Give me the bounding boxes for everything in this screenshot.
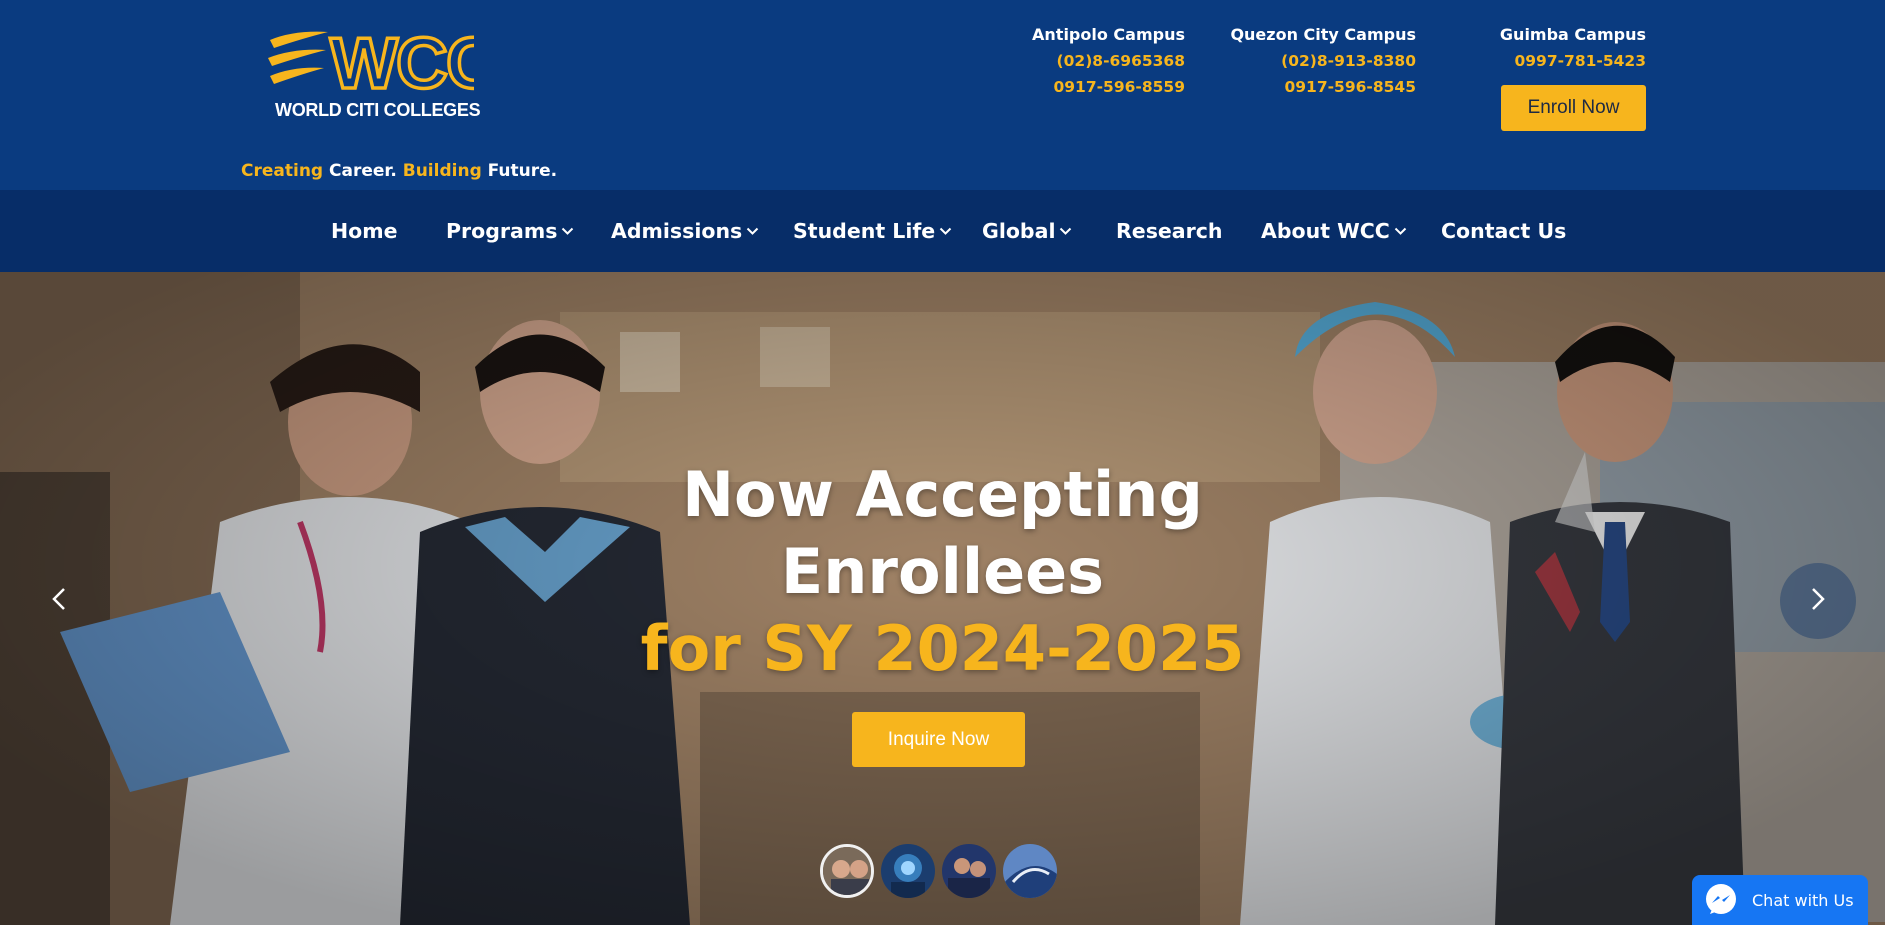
nav-item-contact-us[interactable]: Contact Us	[1441, 190, 1566, 272]
nav-item-global[interactable]: Global	[982, 190, 1072, 272]
hero-headline-line-1: Now Accepting	[682, 458, 1203, 531]
hero-headline-line-2: Enrollees	[780, 535, 1105, 608]
nav-item-home[interactable]: Home	[331, 190, 398, 272]
chat-with-us-button[interactable]: Chat with Us	[1692, 875, 1868, 925]
slide-thumbnail-2[interactable]	[881, 844, 935, 898]
chevron-down-icon	[939, 227, 952, 236]
campus-name: Quezon City Campus	[1230, 25, 1416, 44]
campus-phone[interactable]: 0917-596-8545	[1230, 74, 1416, 100]
messenger-icon	[1704, 883, 1738, 917]
slider-next-button[interactable]	[1780, 563, 1856, 639]
wcc-logo-mark: WCC	[268, 22, 474, 102]
main-nav: Home Programs Admissions Student Life Gl…	[0, 190, 1885, 272]
nav-item-label: Student Life	[793, 219, 936, 243]
nav-item-research[interactable]: Research	[1116, 190, 1222, 272]
slider-thumbnails	[820, 844, 1060, 900]
tagline: Creating Career. Building Future.	[241, 161, 557, 181]
slider-prev-button[interactable]	[21, 563, 97, 639]
tagline-word-1: Creating	[241, 161, 324, 181]
chevron-down-icon	[1394, 227, 1407, 236]
campus-name: Guimba Campus	[1499, 25, 1646, 44]
nav-item-about-wcc[interactable]: About WCC	[1261, 190, 1407, 272]
nav-item-label: Admissions	[611, 219, 743, 243]
logo-text: WCC	[330, 24, 474, 102]
enroll-now-button[interactable]: Enroll Now	[1501, 85, 1646, 131]
chevron-down-icon	[561, 227, 574, 236]
nav-item-label: Global	[982, 219, 1056, 243]
campus-quezon-city: Quezon City Campus (02)8-913-8380 0917-5…	[1230, 22, 1416, 100]
tagline-word-4: Future.	[487, 161, 558, 181]
site-header: WCC WORLD CITI COLLEGES Creating Career.…	[0, 0, 1885, 190]
slide-thumbnail-1[interactable]	[820, 844, 874, 898]
nav-item-label: About WCC	[1261, 219, 1390, 243]
nav-item-admissions[interactable]: Admissions	[611, 190, 759, 272]
nav-item-student-life[interactable]: Student Life	[793, 190, 952, 272]
campus-phone[interactable]: (02)8-6965368	[1032, 48, 1185, 74]
wcc-logo[interactable]: WCC WORLD CITI COLLEGES	[264, 22, 481, 128]
nav-item-label: Home	[331, 219, 398, 243]
chevron-down-icon	[746, 227, 759, 236]
tagline-word-2: Career.	[329, 161, 397, 181]
nav-item-label: Research	[1116, 219, 1223, 243]
chat-label: Chat with Us	[1752, 890, 1854, 910]
chevron-down-icon	[1059, 227, 1072, 236]
hero-slider: Now Accepting Enrollees for SY 2024-2025…	[0, 272, 1885, 925]
slide-thumbnail-3[interactable]	[942, 844, 996, 898]
slide-thumbnail-4[interactable]	[1003, 844, 1057, 898]
campus-name: Antipolo Campus	[1032, 25, 1185, 44]
logo-subtext: WORLD CITI COLLEGES	[275, 100, 481, 120]
nav-item-label: Programs	[446, 219, 558, 243]
hero-headline-line-3: for SY 2024-2025	[640, 612, 1245, 685]
tagline-word-3: Building	[402, 161, 482, 181]
nav-item-label: Contact Us	[1441, 219, 1567, 243]
chevron-right-icon	[1811, 587, 1825, 615]
chevron-left-icon	[52, 587, 66, 615]
campus-antipolo: Antipolo Campus (02)8-6965368 0917-596-8…	[1032, 22, 1185, 100]
inquire-now-button[interactable]: Inquire Now	[852, 712, 1025, 767]
campus-phone[interactable]: 0917-596-8559	[1032, 74, 1185, 100]
campus-guimba: Guimba Campus 0997-781-5423	[1500, 22, 1646, 74]
nav-item-programs[interactable]: Programs	[446, 190, 574, 272]
campus-phone[interactable]: 0997-781-5423	[1500, 48, 1646, 74]
campus-phone[interactable]: (02)8-913-8380	[1230, 48, 1416, 74]
